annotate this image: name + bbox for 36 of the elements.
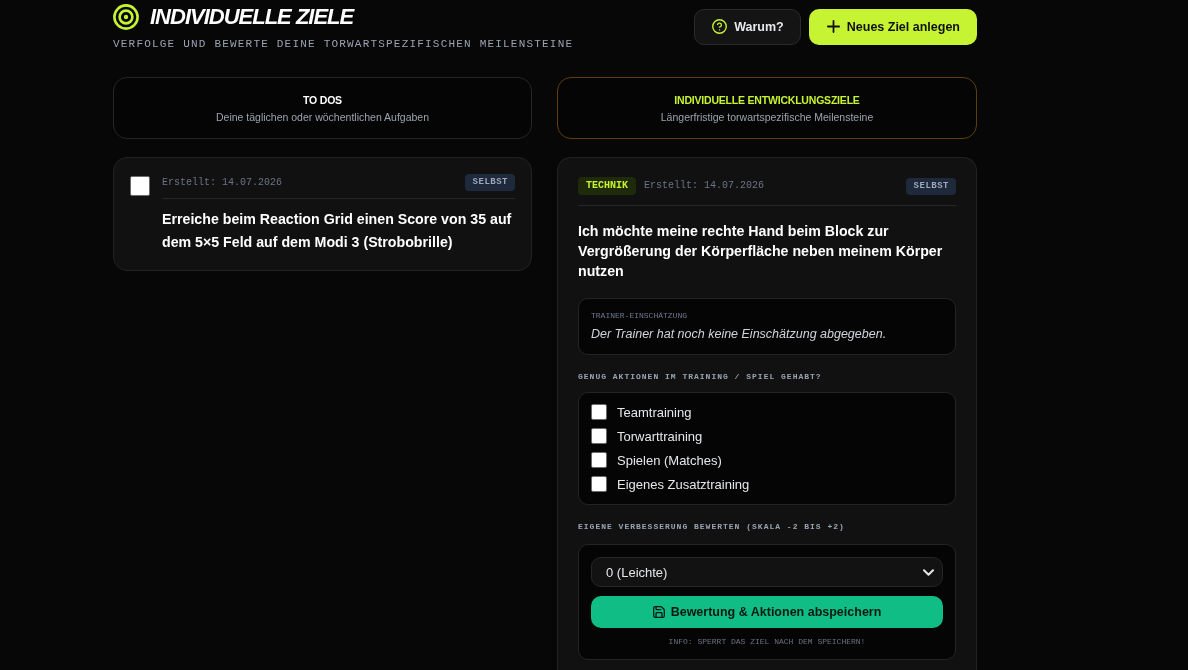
target-icon bbox=[113, 4, 139, 30]
section-title: INDIVIDUELLE ENTWICKLUNGSZIELE bbox=[674, 92, 860, 107]
help-icon bbox=[712, 19, 728, 34]
section-subtitle: Längerfristige torwartspezifische Meilensteine bbox=[660, 109, 874, 124]
field-label: EIGENE VERBESSERUNG BEWERTEN (SKALA -2 BIS +2) bbox=[578, 521, 846, 533]
new-goal-button[interactable]: Neues Ziel anlegen bbox=[808, 8, 977, 45]
source-badge: SELBST bbox=[905, 177, 956, 195]
section-subtitle: Deine täglichen oder wöchentlichen Aufgaben bbox=[215, 109, 430, 124]
checkbox[interactable] bbox=[591, 428, 607, 444]
category-tag: TECHNIK bbox=[578, 177, 636, 195]
save-icon bbox=[652, 606, 665, 618]
help-button[interactable]: Warum? bbox=[694, 8, 801, 45]
section-title: TO DOS bbox=[303, 92, 342, 107]
checkbox-label: Eigenes Zusatztraining bbox=[617, 476, 750, 492]
todo-text: Erreiche beim Reaction Grid einen Score von 35 auf dem 5×5 Feld auf dem Modi 3 (Strobobrille) bbox=[162, 210, 513, 252]
checkbox-label: Teamtraining bbox=[617, 404, 692, 420]
checkbox-label: Torwarttraining bbox=[617, 428, 703, 444]
assessment-text: Der Trainer hat noch keine Einschätzung abgegeben. bbox=[591, 326, 888, 342]
info-text: INFO: SPERRT DAS ZIEL NACH DEM SPEICHERN! bbox=[668, 637, 866, 647]
field-label: GENUG AKTIONEN IM TRAINING / SPIEL GEHABT? bbox=[578, 371, 823, 383]
checkbox-label: Spielen (Matches) bbox=[617, 452, 722, 468]
source-badge: SELBST bbox=[464, 174, 515, 191]
plus-icon bbox=[826, 20, 840, 33]
rating-select[interactable]: 0 (Leichte) bbox=[591, 557, 943, 587]
checkbox[interactable] bbox=[591, 404, 607, 420]
assessment-label: TRAINER-EINSCHÄTZUNG bbox=[591, 311, 688, 321]
checkbox[interactable] bbox=[591, 452, 607, 468]
goal-text: Ich möchte meine rechte Hand beim Block zur Vergrößerung der Körperfläche neben meinem Körper nutzen bbox=[578, 222, 944, 281]
created-date: Erstellt: 14.07.2026 bbox=[162, 176, 283, 189]
checkbox[interactable] bbox=[130, 176, 150, 196]
page-title: INDIVIDUELLE ZIELE bbox=[150, 3, 354, 31]
checkbox[interactable] bbox=[591, 476, 607, 492]
created-date: Erstellt: 14.07.2026 bbox=[644, 180, 765, 192]
save-button[interactable]: Bewertung & Aktionen abspeichern bbox=[591, 596, 943, 628]
chevron-down-icon bbox=[923, 568, 934, 576]
page-subtitle: VERFOLGE UND BEWERTE DEINE TORWARTSPEZIFISCHEN MEILENSTEINE bbox=[113, 38, 574, 50]
